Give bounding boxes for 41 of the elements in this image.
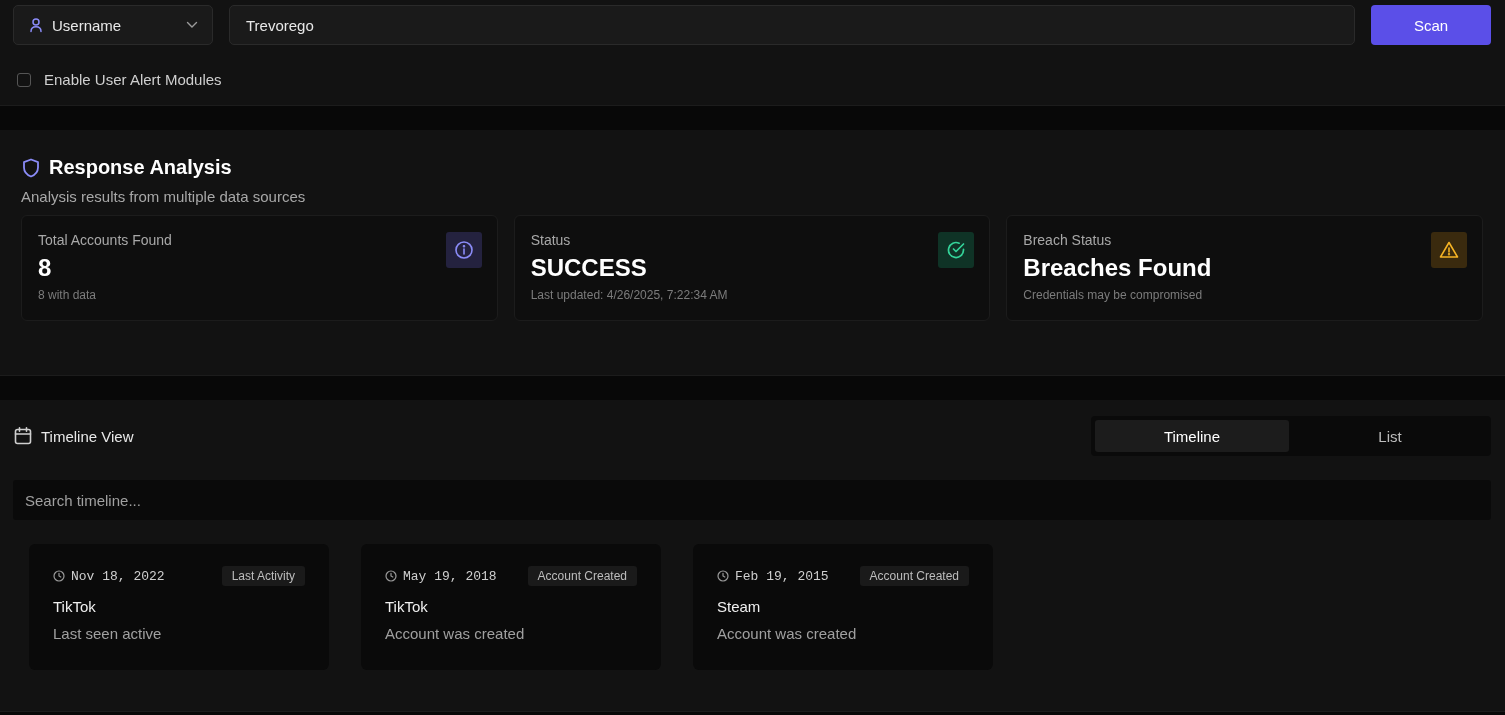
stat-note: Last updated: 4/26/2025, 7:22:34 AM: [530, 288, 728, 302]
search-type-dropdown[interactable]: Username: [13, 5, 213, 45]
event-tag: Last Activity: [221, 566, 305, 586]
stat-label: Status: [530, 232, 572, 248]
alert-modules-checkbox[interactable]: [17, 72, 31, 87]
event-description: Account was created: [385, 625, 526, 642]
stat-note: Credentials may be compromised: [1023, 288, 1204, 302]
stat-note: 8 with data: [38, 288, 98, 302]
event-tag: Account Created: [527, 566, 637, 586]
clock-icon: [53, 570, 65, 582]
view-tab[interactable]: Timeline: [1095, 420, 1289, 452]
clock-icon: [717, 570, 729, 582]
event-description: Last seen active: [53, 625, 163, 642]
scan-button[interactable]: Scan: [1371, 5, 1491, 45]
view-tab[interactable]: List: [1293, 420, 1487, 452]
event-platform: TikTok: [53, 598, 97, 615]
user-icon: [28, 17, 44, 33]
calendar-icon: [13, 426, 33, 446]
event-platform: Steam: [717, 598, 762, 615]
timeline-search-field[interactable]: Search timeline...: [13, 480, 1491, 520]
event-date: May 19, 2018: [403, 568, 497, 584]
stat-label: Breach Status: [1023, 232, 1113, 248]
stat-value: Breaches Found: [1023, 254, 1212, 282]
timeline-title: Timeline View: [41, 427, 134, 445]
alert-modules-label: Enable User Alert Modules: [44, 71, 222, 88]
warning-icon: [1431, 232, 1467, 268]
stat-value: SUCCESS: [530, 254, 648, 282]
shield-icon: [22, 157, 40, 178]
stat-value: 8: [38, 254, 53, 282]
event-tag: Account Created: [859, 566, 969, 586]
info-icon: [445, 232, 482, 268]
search-input[interactable]: Trevorego: [229, 5, 1355, 45]
section-title: Response Analysis: [49, 156, 232, 179]
chevron-down-icon: [186, 21, 198, 29]
event-platform: TikTok: [385, 598, 429, 615]
event-date: Nov 18, 2022: [71, 568, 165, 584]
section-subtitle: Analysis results from multiple data sources: [21, 188, 307, 205]
event-description: Account was created: [717, 625, 858, 642]
event-date: Feb 19, 2015: [735, 568, 829, 584]
stat-label: Total Accounts Found: [38, 232, 172, 248]
clock-icon: [385, 570, 397, 582]
